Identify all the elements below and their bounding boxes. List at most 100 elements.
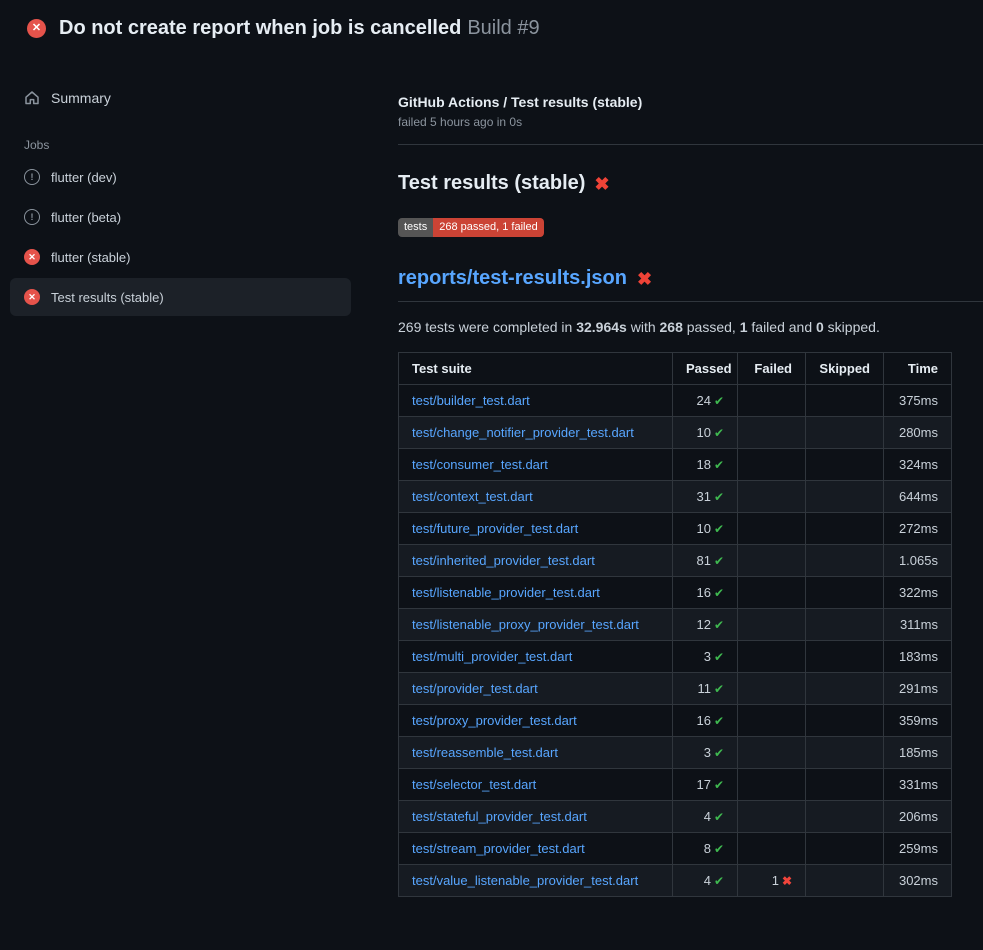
count-value: 10 — [696, 425, 710, 440]
table-row: test/future_provider_test.dart 10✔ 272ms — [399, 513, 952, 545]
count-value: 4 — [704, 873, 711, 888]
failed-cell — [738, 673, 806, 705]
check-icon: ✔ — [714, 810, 724, 824]
table-row: test/proxy_provider_test.dart 16✔ 359ms — [399, 705, 952, 737]
suite-link[interactable]: test/context_test.dart — [412, 489, 533, 504]
main-content: GitHub Actions / Test results (stable) f… — [368, 56, 983, 897]
skipped-cell — [806, 417, 884, 449]
failed-cell — [738, 481, 806, 513]
check-icon: ✔ — [714, 682, 724, 696]
suite-link[interactable]: test/stateful_provider_test.dart — [412, 809, 587, 824]
passed-cell: 16✔ — [673, 705, 738, 737]
cancelled-status-icon: ! — [24, 209, 40, 225]
divider — [398, 144, 983, 145]
results-table-body: test/builder_test.dart 24✔ 375ms test/ch… — [399, 385, 952, 897]
col-header-failed: Failed — [738, 353, 806, 385]
time-cell: 291ms — [884, 673, 952, 705]
count-value: 8 — [704, 841, 711, 856]
time-cell: 311ms — [884, 609, 952, 641]
count-value: 10 — [696, 521, 710, 536]
check-icon: ✔ — [714, 586, 724, 600]
count-value: 17 — [696, 777, 710, 792]
check-icon: ✔ — [714, 778, 724, 792]
count-value: 16 — [696, 585, 710, 600]
suite-link[interactable]: test/provider_test.dart — [412, 681, 538, 696]
job-label: flutter (stable) — [51, 250, 130, 265]
suite-link[interactable]: test/consumer_test.dart — [412, 457, 548, 472]
check-icon: ✔ — [714, 650, 724, 664]
passed-cell: 16 ✔ — [673, 577, 738, 609]
suite-link[interactable]: test/builder_test.dart — [412, 393, 530, 408]
suite-link[interactable]: test/inherited_provider_test.dart — [412, 553, 595, 568]
suite-link[interactable]: test/change_notifier_provider_test.dart — [412, 425, 634, 440]
suite-link[interactable]: test/multi_provider_test.dart — [412, 649, 572, 664]
suite-link[interactable]: test/reassemble_test.dart — [412, 745, 558, 760]
build-number: Build #9 — [467, 17, 539, 39]
check-icon: ✔ — [714, 874, 724, 888]
failed-cell — [738, 577, 806, 609]
suite-link[interactable]: test/selector_test.dart — [412, 777, 536, 792]
report-link[interactable]: reports/test-results.json — [398, 267, 627, 290]
failed-status-icon: ✕ — [24, 289, 40, 305]
table-header-row: Test suite Passed Failed Skipped Time — [399, 353, 952, 385]
skipped-cell — [806, 449, 884, 481]
failed-cell — [738, 705, 806, 737]
sidebar-job-item[interactable]: ! flutter (beta) — [10, 198, 351, 236]
cancelled-status-icon: ! — [24, 169, 40, 185]
time-cell: 324ms — [884, 449, 952, 481]
job-label: flutter (beta) — [51, 210, 121, 225]
tests-badge: tests268 passed, 1 failed — [398, 218, 544, 237]
badge-value: 268 passed, 1 failed — [433, 218, 543, 237]
skipped-cell — [806, 833, 884, 865]
time-cell: 359ms — [884, 705, 952, 737]
failed-cell — [738, 545, 806, 577]
time-cell: 1.065s — [884, 545, 952, 577]
summary-suffix: skipped. — [824, 319, 880, 335]
count-value: 81 — [696, 553, 710, 568]
check-icon: ✔ — [714, 522, 724, 536]
failed-status-icon: ✕ — [24, 249, 40, 265]
sidebar-job-item[interactable]: ! flutter (dev) — [10, 158, 351, 196]
check-icon: ✔ — [714, 714, 724, 728]
failed-cell — [738, 737, 806, 769]
failed-cell — [738, 385, 806, 417]
status-line: failed 5 hours ago in 0s — [398, 115, 983, 129]
sidebar-job-item[interactable]: ✕ flutter (stable) — [10, 238, 351, 276]
table-row: test/stateful_provider_test.dart 4✔ 206m… — [399, 801, 952, 833]
sidebar-item-summary[interactable]: Summary — [10, 82, 351, 114]
passed-cell: 17 ✔ — [673, 769, 738, 801]
table-row: test/provider_test.dart 11✔ 291ms — [399, 673, 952, 705]
skipped-cell — [806, 705, 884, 737]
suite-link[interactable]: test/value_listenable_provider_test.dart — [412, 873, 638, 888]
table-row: test/builder_test.dart 24✔ 375ms — [399, 385, 952, 417]
passed-cell: 12✔ — [673, 609, 738, 641]
skipped-cell — [806, 513, 884, 545]
check-run-header: ✕ Do not create report when job is cance… — [0, 0, 983, 56]
suite-link[interactable]: test/proxy_provider_test.dart — [412, 713, 577, 728]
sidebar-job-item[interactable]: ✕ Test results (stable) — [10, 278, 351, 316]
suite-link[interactable]: test/listenable_proxy_provider_test.dart — [412, 617, 639, 632]
passed-cell: 10 ✔ — [673, 513, 738, 545]
passed-cell: 18✔ — [673, 449, 738, 481]
suite-link[interactable]: test/listenable_provider_test.dart — [412, 585, 600, 600]
col-header-passed: Passed — [673, 353, 738, 385]
skipped-cell — [806, 609, 884, 641]
summary-mid3: failed and — [748, 319, 817, 335]
count-value: 4 — [704, 809, 711, 824]
jobs-list: ! flutter (dev) ! flutter (beta) ✕ flutt… — [10, 158, 351, 316]
table-row: test/listenable_proxy_provider_test.dart… — [399, 609, 952, 641]
check-icon: ✔ — [714, 746, 724, 760]
count-value: 12 — [696, 617, 710, 632]
failed-status-icon: ✕ — [27, 19, 46, 38]
col-header-test-suite: Test suite — [399, 353, 673, 385]
table-row: test/context_test.dart 31✔ 644ms — [399, 481, 952, 513]
suite-link[interactable]: test/stream_provider_test.dart — [412, 841, 585, 856]
check-icon: ✔ — [714, 426, 724, 440]
table-row: test/reassemble_test.dart 3✔ 185ms — [399, 737, 952, 769]
time-cell: 644ms — [884, 481, 952, 513]
suite-link[interactable]: test/future_provider_test.dart — [412, 521, 578, 536]
section-title-text: Test results (stable) — [398, 172, 585, 195]
summary-mid2: passed, — [683, 319, 740, 335]
x-icon: ✖ — [782, 874, 792, 888]
time-cell: 375ms — [884, 385, 952, 417]
